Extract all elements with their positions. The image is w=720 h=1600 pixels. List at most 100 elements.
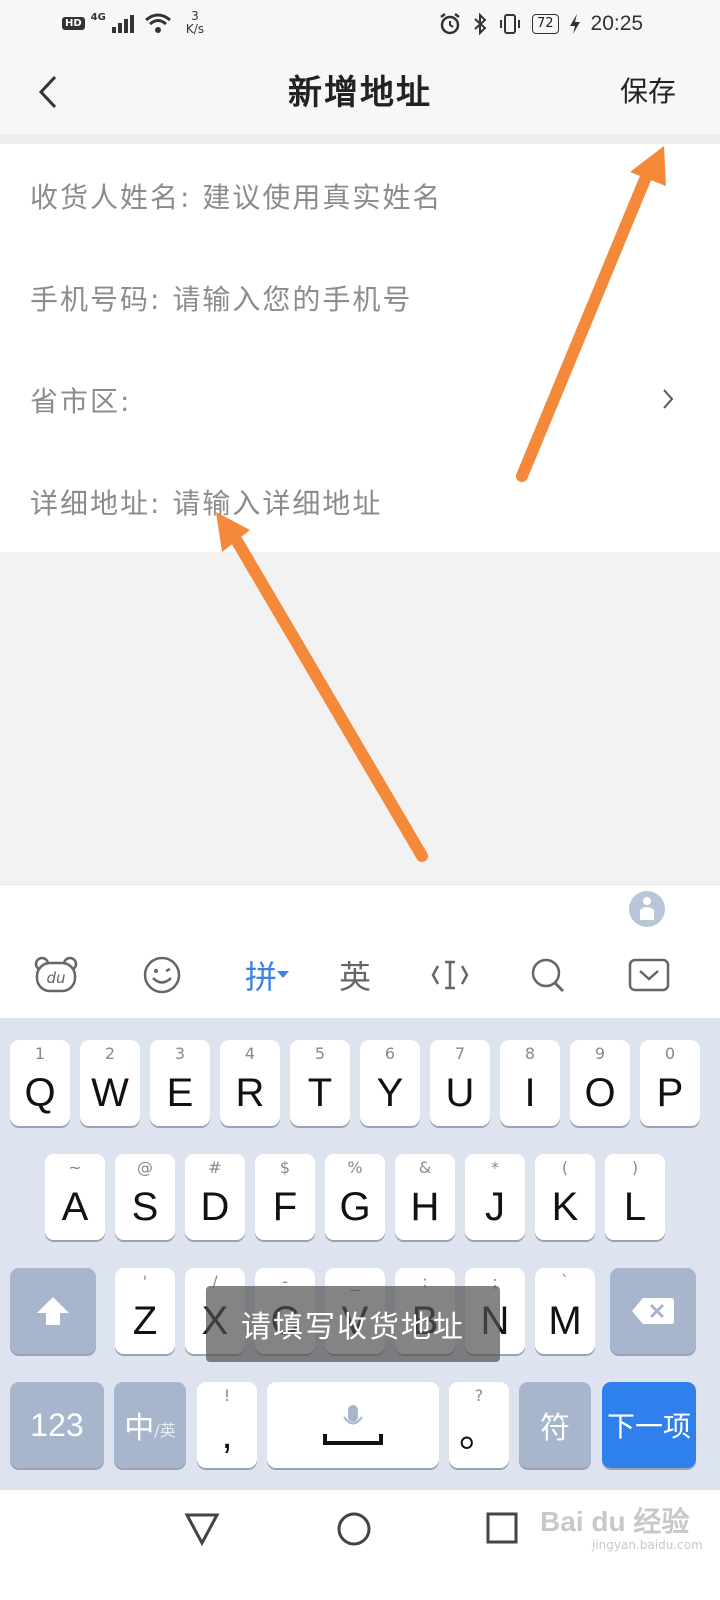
key-hint: 1 <box>34 1044 46 1063</box>
status-bar-left: HD 4G 3 K/s <box>62 10 204 36</box>
key-label: E <box>166 1071 194 1115</box>
key-t[interactable]: 5T <box>290 1040 350 1126</box>
key-w[interactable]: 2W <box>80 1040 140 1126</box>
key-k[interactable]: (K <box>535 1154 595 1240</box>
numbers-key-label: 123 <box>30 1406 84 1443</box>
numbers-key[interactable]: 123 <box>10 1382 104 1468</box>
period-key[interactable]: ?。 <box>449 1382 509 1468</box>
key-label: U <box>445 1071 475 1115</box>
key-j[interactable]: * J <box>465 1154 525 1240</box>
key-label: D <box>200 1185 230 1229</box>
keyboard-keys: 1Q 2W 3E 4R 5T 6Y 7U 8I 9O 0P ~ A @ S # D $… <box>0 1018 720 1490</box>
shift-arrow-icon <box>37 1297 69 1325</box>
keyboard-toolbar: du 拼 英 <box>0 932 720 1018</box>
header-divider <box>0 134 720 144</box>
speed-unit: K/s <box>185 22 205 36</box>
page-title: 新增地址 <box>288 73 432 113</box>
key-hint: ` <box>561 1272 569 1291</box>
shift-key[interactable] <box>10 1268 96 1354</box>
region-field[interactable]: 省市区: <box>0 348 720 451</box>
language-switch-key[interactable]: 中 /英 <box>114 1382 186 1468</box>
key-o[interactable]: 9O <box>570 1040 630 1126</box>
key-z[interactable]: ' Z <box>115 1268 175 1354</box>
hide-keyboard-icon[interactable] <box>626 932 672 1018</box>
pinyin-mode[interactable]: 拼 <box>236 932 298 1018</box>
key-label: Z <box>132 1299 158 1343</box>
key-a[interactable]: ~ A <box>45 1154 105 1240</box>
key-hint: 0 <box>664 1044 676 1063</box>
key-hint: 5 <box>314 1044 326 1063</box>
home-nav-icon[interactable] <box>336 1511 372 1547</box>
backspace-key[interactable] <box>610 1268 696 1354</box>
symbols-key[interactable]: 符 <box>519 1382 591 1468</box>
clock: 20:25 <box>590 12 644 35</box>
key-label: O <box>584 1071 616 1115</box>
detail-address-field[interactable]: 详细地址: 请输入详细地址 <box>0 450 720 552</box>
emoji-icon[interactable] <box>134 932 190 1018</box>
key-hint: ) <box>631 1158 639 1177</box>
key-label: W <box>91 1071 129 1115</box>
back-nav-icon[interactable] <box>184 1512 220 1546</box>
name-field-text: 收货人姓名: 建议使用真实姓名 <box>30 176 442 216</box>
key-label: L <box>623 1185 647 1229</box>
key-q[interactable]: 1Q <box>10 1040 70 1126</box>
recents-nav-icon[interactable] <box>486 1512 518 1544</box>
du-logo-icon[interactable]: du <box>24 932 88 1018</box>
key-hint: ~ <box>68 1158 82 1177</box>
key-hint: 4 <box>244 1044 256 1063</box>
key-f[interactable]: $ F <box>255 1154 315 1240</box>
comma-key[interactable]: !, <box>197 1382 257 1468</box>
key-g[interactable]: % G <box>325 1154 385 1240</box>
name-field[interactable]: 收货人姓名: 建议使用真实姓名 <box>0 144 720 247</box>
key-d[interactable]: # D <box>185 1154 245 1240</box>
key-hint: 7 <box>454 1044 466 1063</box>
english-mode[interactable]: 英 <box>326 932 384 1018</box>
key-r[interactable]: 4R <box>220 1040 280 1126</box>
key-s[interactable]: @ S <box>115 1154 175 1240</box>
key-p[interactable]: 0P <box>640 1040 700 1126</box>
name-placeholder: 建议使用真实姓名 <box>202 181 443 214</box>
key-hint: % <box>347 1158 363 1177</box>
phone-label: 手机号码: <box>30 283 162 316</box>
key-label: Q <box>24 1071 56 1115</box>
phone-field-text: 手机号码: 请输入您的手机号 <box>30 278 412 318</box>
key-label: I <box>524 1071 536 1115</box>
caret-down-icon <box>277 971 289 978</box>
key-i[interactable]: 8I <box>500 1040 560 1126</box>
vibrate-icon <box>500 14 520 34</box>
cursor-icon[interactable] <box>424 932 476 1018</box>
alarm-icon <box>440 13 460 35</box>
key-l[interactable]: ) L <box>605 1154 665 1240</box>
key-label: A <box>61 1185 89 1229</box>
detail-label: 详细地址: <box>30 487 162 520</box>
key-label: K <box>551 1185 579 1229</box>
key-label: M <box>548 1299 582 1343</box>
key-label: F <box>272 1185 298 1229</box>
key-label: G <box>339 1185 371 1229</box>
key-h[interactable]: & H <box>395 1154 455 1240</box>
key-e[interactable]: 3E <box>150 1040 210 1126</box>
phone-field[interactable]: 手机号码: 请输入您的手机号 <box>0 246 720 349</box>
key-u[interactable]: 7U <box>430 1040 490 1126</box>
key-hint: 9 <box>594 1044 606 1063</box>
accessibility-icon[interactable] <box>628 890 666 928</box>
search-icon[interactable] <box>522 932 574 1018</box>
phone-placeholder: 请输入您的手机号 <box>172 283 413 316</box>
du-label: du <box>46 969 65 987</box>
hd-badge: HD <box>62 16 85 30</box>
key-hint: @ <box>137 1158 153 1177</box>
key-label: , <box>221 1413 233 1457</box>
key-m[interactable]: ` M <box>535 1268 595 1354</box>
pinyin-label: 拼 <box>244 958 277 996</box>
key-hint: 3 <box>174 1044 186 1063</box>
arrow-to-detail-address-icon <box>216 512 428 862</box>
network-type: 4G <box>90 11 106 23</box>
chevron-right-icon <box>663 389 674 409</box>
key-hint: & <box>418 1158 432 1177</box>
symbols-key-label: 符 <box>540 1411 570 1446</box>
space-key[interactable] <box>267 1382 439 1468</box>
next-item-key[interactable]: 下一项 <box>602 1382 696 1468</box>
save-button[interactable]: 保存 <box>620 70 676 110</box>
key-y[interactable]: 6Y <box>360 1040 420 1126</box>
key-label: S <box>131 1185 159 1229</box>
